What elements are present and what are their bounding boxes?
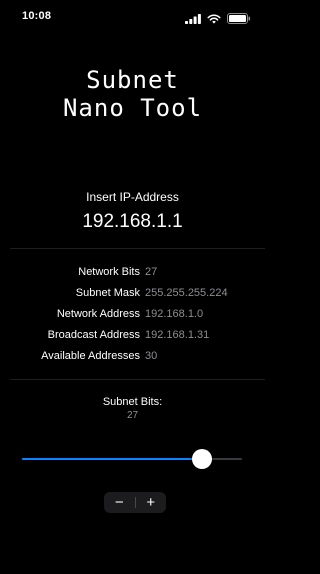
app-title-line-1: Subnet (86, 66, 179, 94)
subnet-bits-value: 27 (126, 410, 139, 421)
info-row-network-bits: Network Bits 27 (0, 262, 265, 283)
info-value: 192.168.1.31 (145, 329, 210, 341)
stepper-increment-button[interactable]: + (136, 492, 167, 513)
info-row-network-address: Network Address 192.168.1.0 (0, 304, 265, 325)
info-value: 255.255.255.224 (145, 287, 228, 299)
ip-address-input[interactable] (0, 211, 265, 233)
status-time: 10:08 (22, 10, 52, 22)
divider (10, 379, 265, 380)
subnet-info-list: Network Bits 27 Subnet Mask 255.255.255.… (0, 262, 265, 367)
ip-address-label: Insert IP-Address (86, 190, 179, 204)
info-key: Network Bits (78, 266, 140, 278)
app-title-line-2: Nano Tool (62, 94, 203, 122)
divider (10, 248, 265, 249)
status-bar: 10:08 (0, 0, 265, 34)
subnet-bits-stepper: − + (104, 492, 166, 513)
slider-fill (22, 458, 203, 460)
info-key: Available Addresses (41, 350, 140, 362)
subnet-bits-label: Subnet Bits: (102, 396, 163, 408)
info-value: 27 (145, 266, 158, 278)
info-key: Network Address (56, 308, 140, 320)
cellular-signal-icon (185, 11, 201, 29)
stepper-decrement-button[interactable]: − (104, 492, 135, 513)
wifi-icon (207, 11, 221, 29)
info-row-subnet-mask: Subnet Mask 255.255.255.224 (0, 283, 265, 304)
info-row-available-addresses: Available Addresses 30 (0, 346, 265, 367)
status-icons (185, 11, 251, 29)
slider-thumb[interactable] (192, 449, 213, 469)
battery-icon (227, 11, 251, 29)
app-title: Subnet Nano Tool (0, 66, 265, 122)
subnet-bits-slider[interactable] (22, 448, 242, 470)
info-value: 30 (145, 350, 158, 362)
info-row-broadcast-address: Broadcast Address 192.168.1.31 (0, 325, 265, 346)
info-value: 192.168.1.0 (145, 308, 204, 320)
info-key: Broadcast Address (47, 329, 140, 341)
info-key: Subnet Mask (75, 287, 140, 299)
